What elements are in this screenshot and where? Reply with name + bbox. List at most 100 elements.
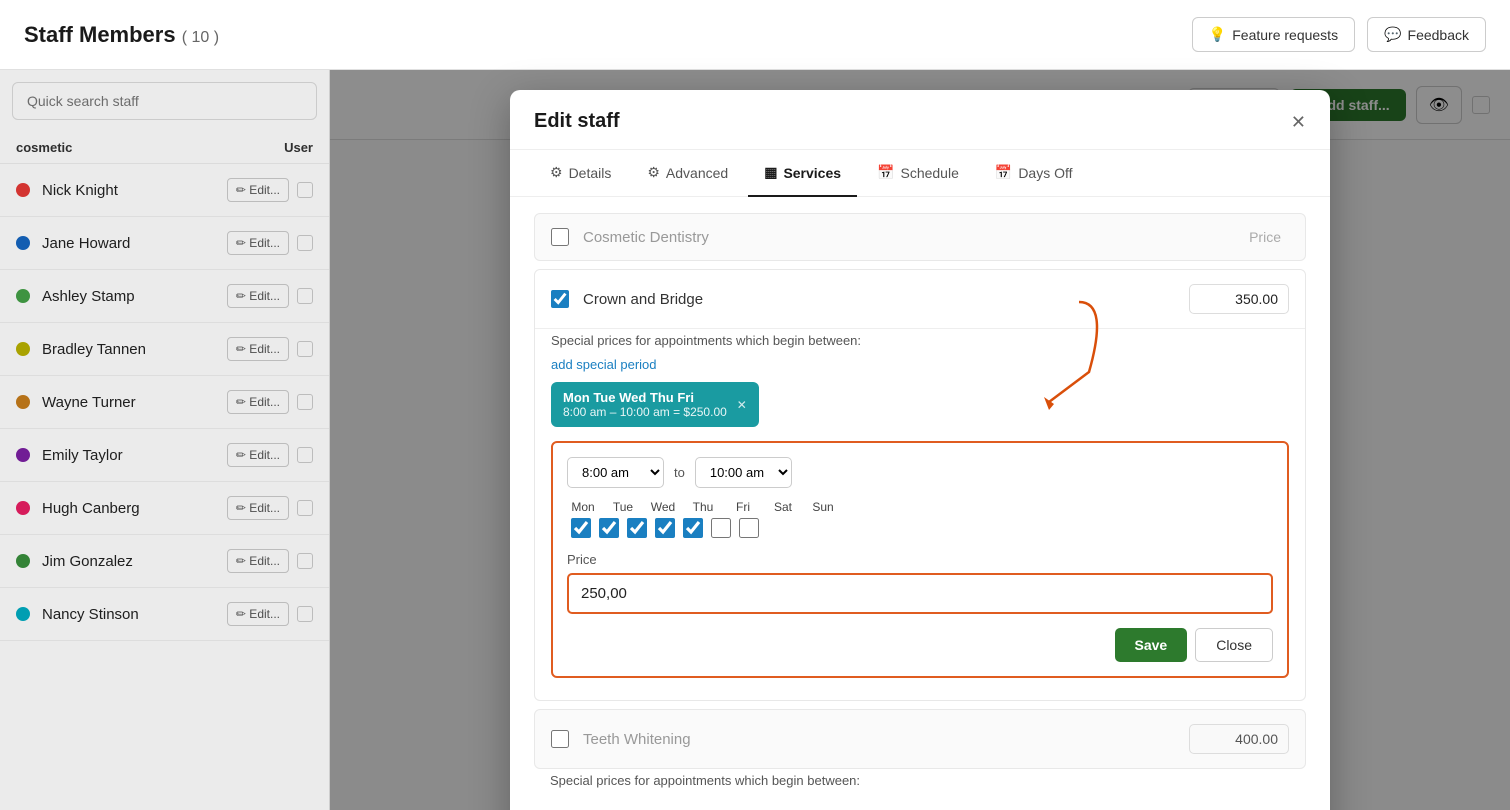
list-item[interactable]: Jane Howard ✏ Edit... — [0, 217, 329, 270]
tab-services[interactable]: ▦ Services — [748, 150, 857, 197]
tag-close-button[interactable]: ✕ — [737, 398, 747, 412]
day-checkbox-sat[interactable] — [711, 518, 731, 538]
staff-list: Nick Knight ✏ Edit... Jane Howard ✏ Edit… — [0, 164, 329, 810]
special-period-tag[interactable]: Mon Tue Wed Thu Fri 8:00 am – 10:00 am =… — [551, 382, 759, 427]
staff-color-dot — [16, 236, 30, 250]
staff-table-header: cosmetic User — [0, 132, 329, 164]
staff-select-checkbox[interactable] — [297, 500, 313, 516]
modal-header: Edit staff ✕ — [510, 90, 1330, 150]
staff-select-checkbox[interactable] — [297, 606, 313, 622]
service-row-crown: Crown and Bridge — [535, 270, 1305, 329]
list-item[interactable]: Nancy Stinson ✏ Edit... — [0, 588, 329, 641]
special-price-section-teeth: Special prices for appointments which be… — [534, 773, 1306, 810]
add-special-period-link-crown[interactable]: add special period — [551, 357, 657, 372]
main-content: tegories... + Add staff... 👁 Edit staff … — [330, 70, 1510, 810]
edit-button[interactable]: ✏ Edit... — [227, 390, 289, 414]
staff-sidebar: cosmetic User Nick Knight ✏ Edit... Jane… — [0, 70, 330, 810]
staff-color-dot — [16, 554, 30, 568]
modal-tabs: ⚙ Details ⚙ Advanced ▦ Services 📅 Schedu… — [510, 150, 1330, 197]
editor-buttons: Save Close — [567, 628, 1273, 662]
day-checkbox-sun[interactable] — [739, 518, 759, 538]
edit-button[interactable]: ✏ Edit... — [227, 496, 289, 520]
modal-close-button[interactable]: ✕ — [1291, 113, 1306, 131]
staff-select-checkbox[interactable] — [297, 235, 313, 251]
special-price-input[interactable] — [567, 573, 1273, 614]
staff-color-dot — [16, 289, 30, 303]
service-checkbox-teeth[interactable] — [551, 730, 569, 748]
edit-button[interactable]: ✏ Edit... — [227, 549, 289, 573]
modal-title: Edit staff — [534, 110, 620, 133]
list-item[interactable]: Nick Knight ✏ Edit... — [0, 164, 329, 217]
top-bar: Staff Members ( 10 ) 💡 Feature requests … — [0, 0, 1510, 70]
edit-button[interactable]: ✏ Edit... — [227, 284, 289, 308]
staff-color-dot — [16, 607, 30, 621]
calendar-icon: 📅 — [877, 164, 894, 181]
page-background: Staff Members ( 10 ) 💡 Feature requests … — [0, 0, 1510, 810]
days-checkboxes-row — [567, 518, 1273, 538]
edit-button[interactable]: ✏ Edit... — [227, 178, 289, 202]
edit-button[interactable]: ✏ Edit... — [227, 337, 289, 361]
edit-button[interactable]: ✏ Edit... — [227, 443, 289, 467]
service-row-cosmetic: Cosmetic Dentistry Price — [534, 213, 1306, 261]
list-item[interactable]: Ashley Stamp ✏ Edit... — [0, 270, 329, 323]
search-input[interactable] — [12, 82, 317, 120]
staff-color-dot — [16, 501, 30, 515]
close-button[interactable]: Close — [1195, 628, 1273, 662]
service-checkbox-crown[interactable] — [551, 290, 569, 308]
lightbulb-icon: 💡 — [1209, 26, 1226, 43]
gear-icon: ⚙ — [550, 164, 563, 181]
save-button[interactable]: Save — [1115, 628, 1188, 662]
time-to-select[interactable]: 10:00 am 11:00 am 12:00 pm — [695, 457, 792, 488]
tab-schedule[interactable]: 📅 Schedule — [861, 150, 975, 197]
staff-select-checkbox[interactable] — [297, 553, 313, 569]
time-from-select[interactable]: 8:00 am 9:00 am 10:00 am — [567, 457, 664, 488]
service-checkbox-cosmetic[interactable] — [551, 228, 569, 246]
service-section-teeth: Teeth Whitening Special prices for appoi… — [534, 709, 1306, 810]
service-price-input-crown[interactable] — [1189, 284, 1289, 314]
top-bar-right: 💡 Feature requests 💬 Feedback — [1192, 17, 1486, 52]
special-price-section-crown: Special prices for appointments which be… — [535, 333, 1305, 692]
tab-advanced[interactable]: ⚙ Advanced — [631, 150, 744, 197]
service-row-teeth: Teeth Whitening — [534, 709, 1306, 769]
feedback-button[interactable]: 💬 Feedback — [1367, 17, 1486, 52]
staff-select-checkbox[interactable] — [297, 394, 313, 410]
list-item[interactable]: Bradley Tannen ✏ Edit... — [0, 323, 329, 376]
staff-select-checkbox[interactable] — [297, 447, 313, 463]
edit-button[interactable]: ✏ Edit... — [227, 602, 289, 626]
price-field-container: Price — [567, 552, 1273, 614]
staff-color-dot — [16, 395, 30, 409]
special-period-container: Mon Tue Wed Thu Fri 8:00 am – 10:00 am =… — [551, 382, 1289, 678]
day-checkbox-thu[interactable] — [655, 518, 675, 538]
staff-select-checkbox[interactable] — [297, 288, 313, 304]
modal-body: Cosmetic Dentistry Price Crown and Bridg… — [510, 197, 1330, 810]
gear-icon: ⚙ — [647, 164, 660, 181]
staff-color-dot — [16, 183, 30, 197]
list-item[interactable]: Emily Taylor ✏ Edit... — [0, 429, 329, 482]
chat-icon: 💬 — [1384, 26, 1401, 43]
list-item[interactable]: Jim Gonzalez ✏ Edit... — [0, 535, 329, 588]
staff-select-checkbox[interactable] — [297, 182, 313, 198]
list-item[interactable]: Hugh Canberg ✏ Edit... — [0, 482, 329, 535]
days-labels-row: Mon Tue Wed Thu Fri Sat Sun — [567, 500, 1273, 514]
service-price-input-teeth[interactable] — [1189, 724, 1289, 754]
time-editor-panel: 8:00 am 9:00 am 10:00 am to 10:00 am 11:… — [551, 441, 1289, 678]
day-checkbox-fri[interactable] — [683, 518, 703, 538]
content-area: cosmetic User Nick Knight ✏ Edit... Jane… — [0, 70, 1510, 810]
calendar-icon: 📅 — [995, 164, 1012, 181]
service-section-crown: Crown and Bridge Special prices for appo… — [534, 269, 1306, 701]
day-checkbox-mon[interactable] — [571, 518, 591, 538]
edit-button[interactable]: ✏ Edit... — [227, 231, 289, 255]
grid-icon: ▦ — [764, 164, 777, 181]
page-title: Staff Members ( 10 ) — [24, 22, 219, 48]
staff-select-checkbox[interactable] — [297, 341, 313, 357]
edit-staff-modal: Edit staff ✕ ⚙ Details ⚙ Advanced ▦ — [510, 90, 1330, 810]
tab-details[interactable]: ⚙ Details — [534, 150, 627, 197]
time-row: 8:00 am 9:00 am 10:00 am to 10:00 am 11:… — [567, 457, 1273, 488]
list-item[interactable]: Wayne Turner ✏ Edit... — [0, 376, 329, 429]
tab-daysoff[interactable]: 📅 Days Off — [979, 150, 1089, 197]
day-checkbox-wed[interactable] — [627, 518, 647, 538]
feature-requests-button[interactable]: 💡 Feature requests — [1192, 17, 1355, 52]
staff-color-dot — [16, 448, 30, 462]
day-checkbox-tue[interactable] — [599, 518, 619, 538]
staff-color-dot — [16, 342, 30, 356]
